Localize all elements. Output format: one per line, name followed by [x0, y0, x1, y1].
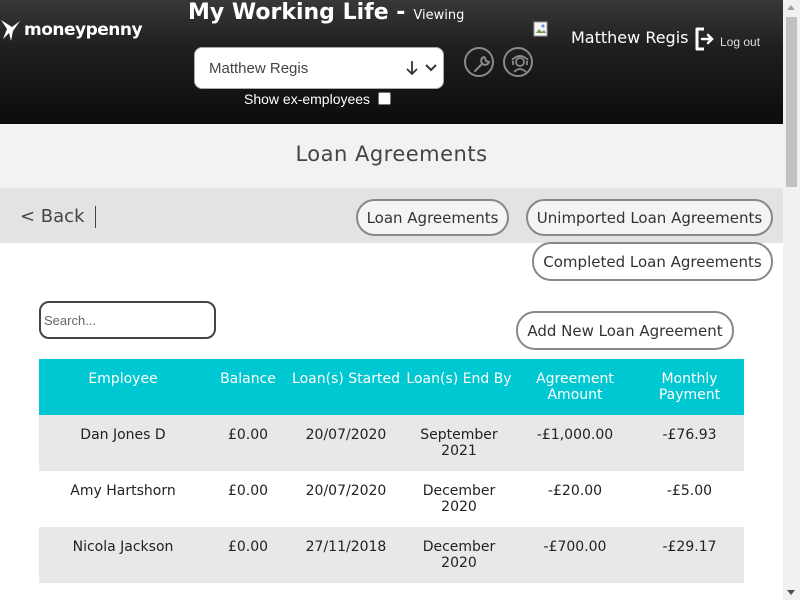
- cell-monthly: -£76.93: [662, 427, 717, 443]
- back-link[interactable]: < Back: [20, 206, 96, 228]
- cell-started: 20/07/2020: [305, 483, 387, 499]
- user-avatar-broken-image: [533, 21, 548, 37]
- column-header-employee[interactable]: Employee: [39, 359, 207, 415]
- column-header-started[interactable]: Loan(s) Started: [289, 359, 403, 415]
- column-header-monthly[interactable]: Monthly Payment: [635, 359, 744, 415]
- tab-unimported-loan-agreements[interactable]: Unimported Loan Agreements: [526, 199, 773, 236]
- cell-monthly: -£5.00: [666, 483, 713, 499]
- logo-text: moneypenny: [24, 20, 143, 40]
- table-row[interactable]: Dan Jones D £0.00 20/07/2020 September 2…: [39, 415, 744, 471]
- support-button[interactable]: [503, 47, 533, 77]
- tab-loan-agreements[interactable]: Loan Agreements: [356, 199, 509, 236]
- tab-completed-loan-agreements[interactable]: Completed Loan Agreements: [532, 242, 773, 281]
- app-header: moneypenny My Working Life - Viewing Mat…: [0, 0, 783, 124]
- table-row[interactable]: Nicola Jackson £0.00 27/11/2018 December…: [39, 527, 744, 583]
- table-header: Employee Balance Loan(s) Started Loan(s)…: [39, 359, 744, 415]
- add-loan-agreement-button[interactable]: Add New Loan Agreement: [516, 311, 734, 350]
- cell-amount: -£1,000.00: [536, 427, 614, 443]
- cell-balance: £0.00: [227, 539, 269, 555]
- cell-end-by: September 2021: [420, 427, 498, 459]
- page-title-band: Loan Agreements: [0, 124, 783, 188]
- moneypenny-logo-icon: [1, 20, 20, 41]
- support-icon: [511, 55, 529, 73]
- arrow-down-icon: [406, 61, 418, 76]
- user-name: Matthew Regis: [571, 28, 689, 47]
- search-input[interactable]: [39, 301, 216, 339]
- cell-amount: -£20.00: [547, 483, 603, 499]
- logout-button[interactable]: Log out: [694, 26, 760, 52]
- cell-balance: £0.00: [227, 427, 269, 443]
- cell-employee: Amy Hartshorn: [70, 483, 176, 499]
- cell-balance: £0.00: [227, 483, 269, 499]
- page-scrollbar[interactable]: [783, 0, 800, 600]
- app-title-row: My Working Life - Viewing: [188, 0, 464, 25]
- settings-button[interactable]: [464, 47, 494, 77]
- loan-agreements-table: Employee Balance Loan(s) Started Loan(s)…: [39, 359, 744, 583]
- column-header-amount[interactable]: Agreement Amount: [515, 359, 635, 415]
- logout-icon: [695, 27, 714, 51]
- cell-end-by: December 2020: [422, 539, 496, 571]
- show-ex-employees-label: Show ex-employees: [244, 91, 371, 107]
- logout-label: Log out: [720, 35, 761, 49]
- chevron-down-icon: [425, 64, 437, 72]
- wrench-icon: [474, 55, 491, 72]
- employee-select-value: Matthew Regis: [209, 59, 309, 77]
- column-header-end-by[interactable]: Loan(s) End By: [403, 359, 515, 415]
- cell-started: 20/07/2020: [305, 427, 387, 443]
- page-title: Loan Agreements: [295, 142, 488, 166]
- scroll-down-arrow-icon[interactable]: [787, 590, 795, 595]
- viewing-label: Viewing: [413, 8, 465, 23]
- show-ex-employees-checkbox[interactable]: [378, 91, 392, 105]
- cell-monthly: -£29.17: [662, 539, 717, 555]
- cell-started: 27/11/2018: [305, 539, 387, 555]
- show-ex-employees: Show ex-employees: [244, 91, 392, 107]
- cell-end-by: December 2020: [422, 483, 496, 515]
- moneypenny-logo[interactable]: moneypenny: [0, 16, 143, 44]
- table-row[interactable]: Amy Hartshorn £0.00 20/07/2020 December …: [39, 471, 744, 527]
- app-title: My Working Life -: [188, 0, 406, 25]
- column-header-balance[interactable]: Balance: [207, 359, 289, 415]
- scrollbar-thumb[interactable]: [786, 17, 797, 187]
- scroll-up-arrow-icon[interactable]: [787, 5, 795, 10]
- cell-employee: Dan Jones D: [80, 427, 166, 443]
- employee-select[interactable]: Matthew Regis: [194, 47, 444, 89]
- cell-employee: Nicola Jackson: [72, 539, 174, 555]
- cell-amount: -£700.00: [543, 539, 607, 555]
